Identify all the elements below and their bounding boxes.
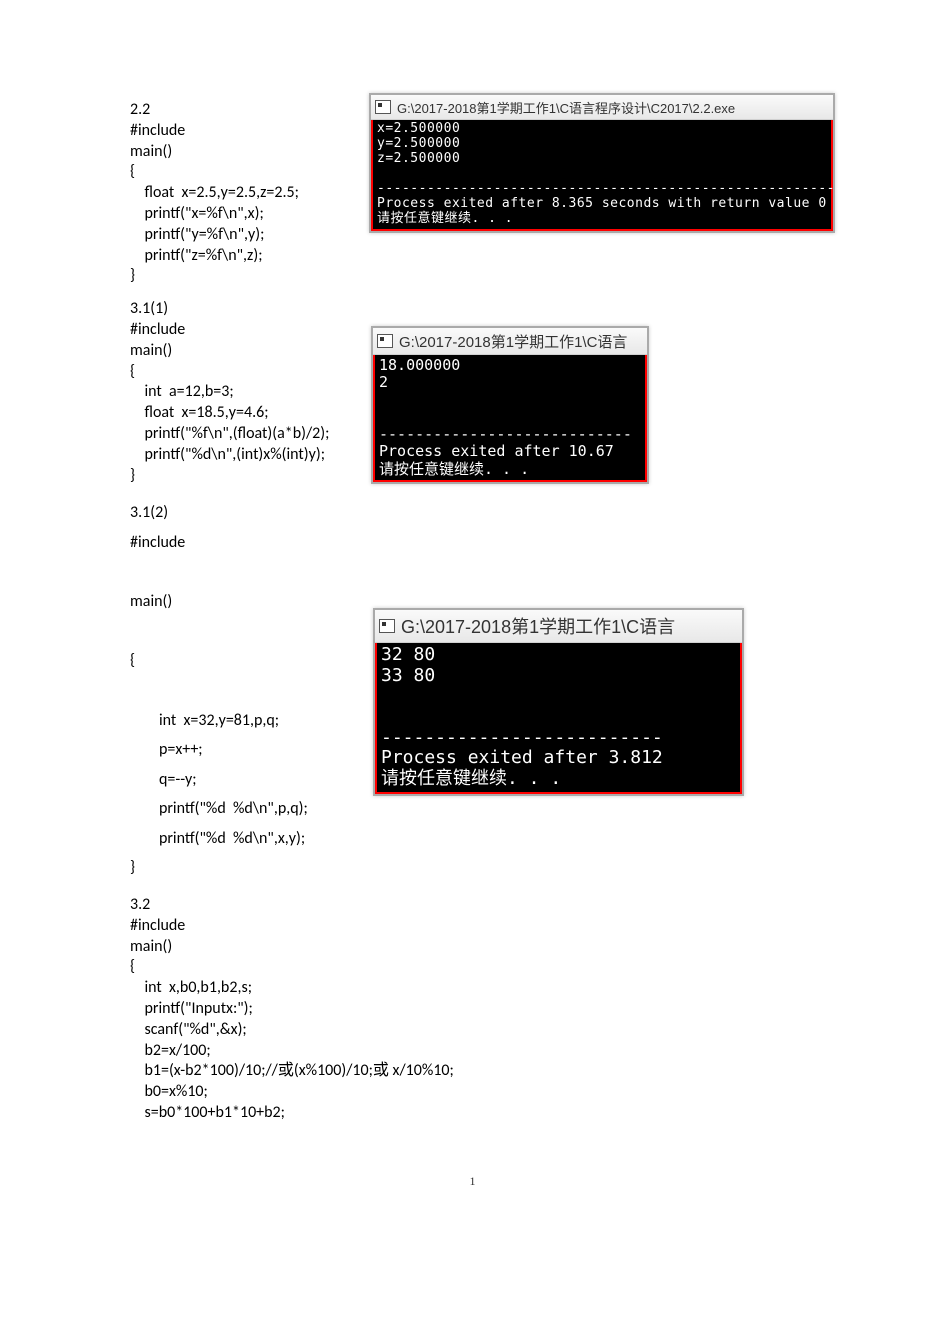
console-titlebar: G:\2017-2018第1学期工作1\C语言程序设计\C2017\2.2.ex… — [371, 95, 833, 120]
code-line: q=--y; — [130, 770, 196, 789]
code-line: } — [130, 858, 135, 877]
section-title: 3.1(1) — [130, 299, 168, 318]
code-line: int x=32,y=81,p,q; — [130, 711, 279, 730]
console-titlebar: G:\2017-2018第1学期工作1\C语言 — [375, 610, 742, 643]
console-output: 18.000000 2 ----------------------------… — [373, 355, 647, 482]
console-titlebar: G:\2017-2018第1学期工作1\C语言 — [373, 328, 647, 355]
console-title-text: G:\2017-2018第1学期工作1\C语言程序设计\C2017\2.2.ex… — [397, 98, 735, 117]
code-line: p=x++; — [130, 740, 203, 759]
code-block-3-2: 3.2 #include main() { int x,b0,b1,b2,s; … — [130, 895, 815, 1124]
code-line: printf("%d %d\n",x,y); — [130, 829, 305, 848]
code-line: main() — [130, 592, 172, 611]
section-title: 3.1(2) — [130, 503, 168, 522]
code-text: #include main() { int x,b0,b1,b2,s; prin… — [130, 916, 454, 1122]
console-title-text: G:\2017-2018第1学期工作1\C语言 — [401, 613, 675, 639]
console-window-2-2: G:\2017-2018第1学期工作1\C语言程序设计\C2017\2.2.ex… — [369, 93, 835, 233]
console-output: 32 80 33 80 -------------------------- P… — [375, 643, 742, 794]
console-window-3-1-2: G:\2017-2018第1学期工作1\C语言 32 80 33 80 ----… — [373, 608, 744, 796]
console-output: x=2.500000 y=2.500000 z=2.500000 -------… — [371, 120, 833, 231]
section-title: 2.2 — [130, 100, 150, 119]
code-text: #include main() { int a=12,b=3; float x=… — [130, 320, 329, 485]
page-number: 1 — [0, 1164, 945, 1219]
code-line: printf("%d %d\n",p,q); — [130, 799, 308, 818]
page-content: 2.2 #include main() { float x=2.5,y=2.5,… — [0, 0, 945, 1164]
app-icon — [377, 334, 393, 348]
console-title-text: G:\2017-2018第1学期工作1\C语言 — [399, 331, 627, 352]
code-line: #include — [130, 533, 185, 552]
console-window-3-1-1: G:\2017-2018第1学期工作1\C语言 18.000000 2 ----… — [371, 326, 649, 484]
code-line: { — [130, 651, 135, 670]
app-icon — [379, 619, 395, 633]
code-text: #include main() { float x=2.5,y=2.5,z=2.… — [130, 121, 299, 286]
section-title: 3.2 — [130, 895, 150, 914]
app-icon — [375, 100, 391, 114]
